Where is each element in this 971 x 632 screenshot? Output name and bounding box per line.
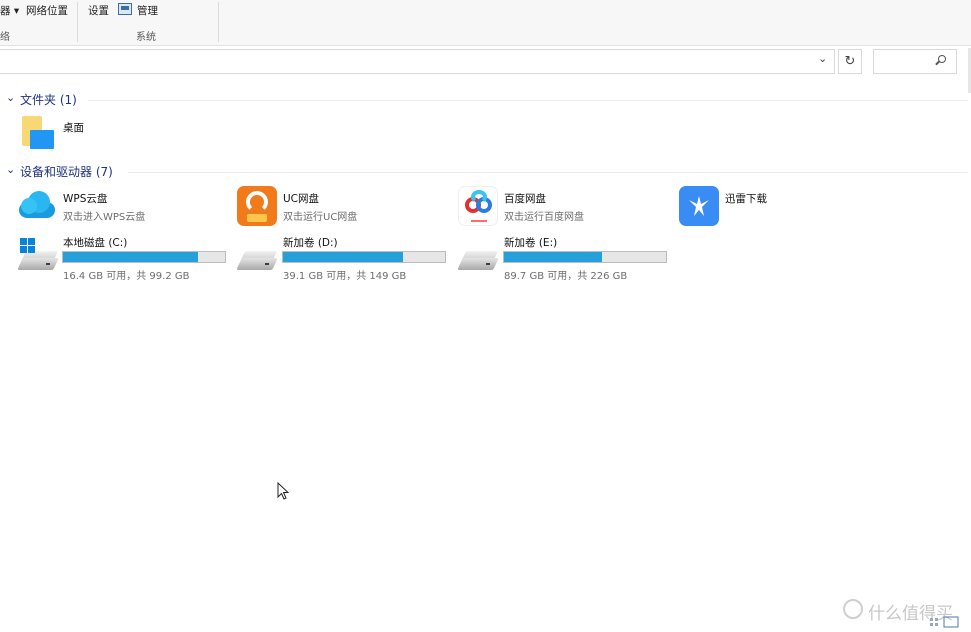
address-bar[interactable] <box>0 49 835 74</box>
device-item-wps-cloud[interactable]: WPS云盘 双击进入WPS云盘 <box>18 186 228 228</box>
chevron-down-icon[interactable]: ⌄ <box>6 91 15 104</box>
device-item-xunlei[interactable]: 迅雷下载 <box>679 186 879 228</box>
device-subtitle: 双击进入WPS云盘 <box>63 212 146 223</box>
drive-icon <box>236 238 278 274</box>
drive-usage-bar <box>282 251 446 263</box>
section-folders[interactable]: ⌄ 文件夹 (1) <box>0 91 971 109</box>
ribbon-group-network: 络 <box>0 32 10 43</box>
drive-usage-text: 16.4 GB 可用，共 99.2 GB <box>63 271 190 282</box>
baidu-netdisk-icon <box>458 186 498 226</box>
drive-name: 新加卷 (E:) <box>504 237 558 249</box>
ribbon-item-manage[interactable]: 管理 <box>137 3 158 18</box>
ribbon-item-media[interactable]: 器 ▾ <box>0 3 19 18</box>
folder-label: 桌面 <box>63 122 84 134</box>
section-title-folders[interactable]: 文件夹 (1) <box>20 91 77 108</box>
drive-usage-text: 39.1 GB 可用，共 149 GB <box>283 271 407 282</box>
device-name: UC网盘 <box>283 193 320 205</box>
refresh-icon: ↻ <box>844 54 856 69</box>
chevron-down-icon[interactable]: ⌄ <box>818 52 827 65</box>
uc-drive-icon <box>237 186 277 226</box>
search-icon[interactable] <box>938 55 946 63</box>
device-name: 迅雷下载 <box>725 193 767 205</box>
mouse-cursor-icon <box>277 482 289 500</box>
drive-usage-bar <box>503 251 667 263</box>
folder-item-desktop[interactable]: 桌面 <box>18 114 218 154</box>
device-item-uc-drive[interactable]: UC网盘 双击运行UC网盘 <box>237 186 447 228</box>
drive-item-d[interactable]: 新加卷 (D:) 39.1 GB 可用，共 149 GB <box>236 234 452 282</box>
ribbon-group-system: 系统 <box>136 32 156 43</box>
windows-drive-icon <box>17 238 59 274</box>
ribbon-separator <box>218 2 219 42</box>
drive-icon <box>457 238 499 274</box>
ribbon-item-settings[interactable]: 设置 <box>88 3 109 18</box>
windows-logo-icon <box>20 238 36 254</box>
chevron-down-icon[interactable]: ⌄ <box>6 163 15 176</box>
xunlei-icon <box>679 186 719 226</box>
drive-item-c[interactable]: 本地磁盘 (C:) 16.4 GB 可用，共 99.2 GB <box>17 234 233 282</box>
desktop-folder-icon <box>20 116 58 150</box>
device-name: WPS云盘 <box>63 193 108 205</box>
section-divider <box>88 100 968 101</box>
device-subtitle: 双击运行UC网盘 <box>283 212 358 223</box>
watermark-logo-icon <box>843 599 863 619</box>
ribbon-item-network-location[interactable]: 网络位置 <box>26 3 68 18</box>
device-item-baidu-netdisk[interactable]: 百度网盘 双击运行百度网盘 <box>458 186 668 228</box>
ribbon: 器 ▾ 网络位置 设置 管理 络 系统 <box>0 0 971 46</box>
wps-cloud-icon <box>18 186 58 226</box>
ribbon-separator <box>77 2 78 42</box>
drive-item-e[interactable]: 新加卷 (E:) 89.7 GB 可用，共 226 GB <box>457 234 673 282</box>
section-title-devices[interactable]: 设备和驱动器 (7) <box>20 163 113 180</box>
device-name: 百度网盘 <box>504 193 546 205</box>
section-divider <box>128 172 968 173</box>
view-toggle-icon[interactable] <box>930 616 960 628</box>
drive-name: 本地磁盘 (C:) <box>63 237 128 249</box>
manage-icon[interactable] <box>118 3 132 15</box>
device-subtitle: 双击运行百度网盘 <box>504 212 584 223</box>
drive-usage-bar <box>62 251 226 263</box>
drive-name: 新加卷 (D:) <box>283 237 338 249</box>
drive-usage-text: 89.7 GB 可用，共 226 GB <box>504 271 628 282</box>
refresh-button[interactable]: ↻ <box>838 49 862 74</box>
section-devices[interactable]: ⌄ 设备和驱动器 (7) <box>0 163 971 181</box>
